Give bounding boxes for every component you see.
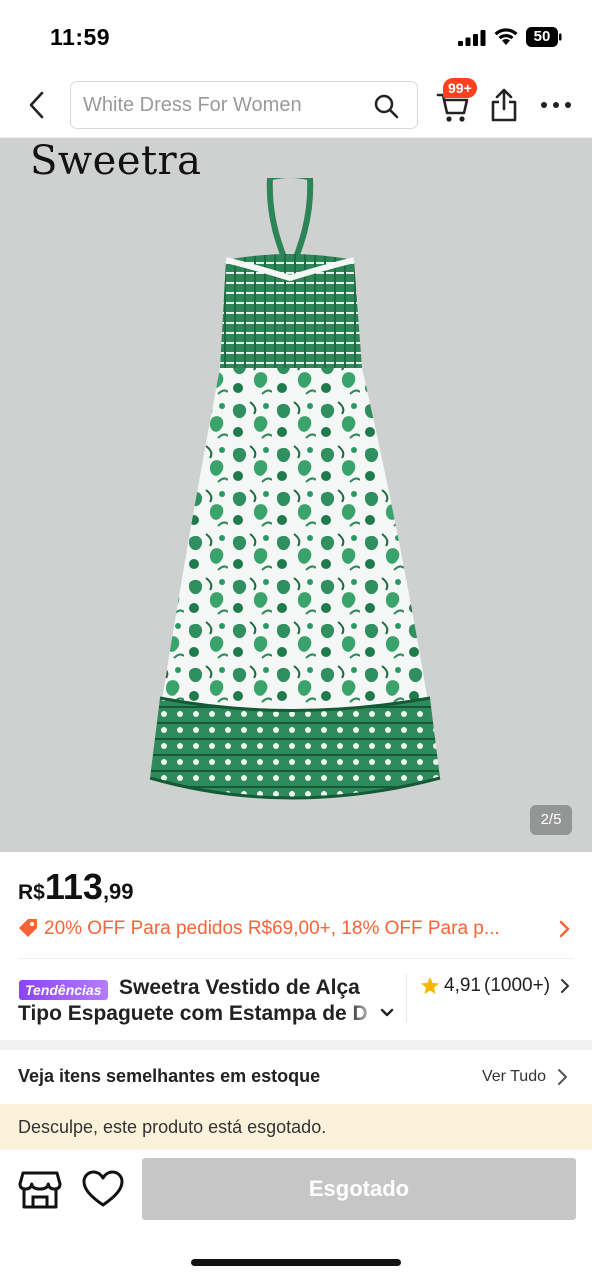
promo-text: 20% OFF Para pedidos R$69,00+, 18% OFF P… xyxy=(44,918,500,939)
product-rating[interactable]: 4,91 (1000+) xyxy=(420,974,574,998)
price-tag-icon xyxy=(19,919,37,937)
rating-score: 4,91 xyxy=(444,975,481,996)
star-icon xyxy=(421,977,439,994)
sold-out-text: Desculpe, este produto está esgotado. xyxy=(18,1117,327,1137)
product-title[interactable]: Tendências Sweetra Vestido de Alça Tipo … xyxy=(18,972,394,1028)
image-pager-indicator: 2/5 xyxy=(530,805,572,835)
chevron-right-icon xyxy=(559,920,570,938)
price-integer: 113 xyxy=(44,866,103,907)
similar-items-label: Veja itens semelhantes em estoque xyxy=(18,1066,321,1086)
divider xyxy=(18,958,574,959)
status-bar: 11:59 50 xyxy=(0,0,592,72)
price-currency: R$ xyxy=(18,881,45,904)
view-all-link[interactable]: Ver Tudo xyxy=(482,1068,546,1086)
search-icon[interactable] xyxy=(373,93,399,119)
chevron-right-icon xyxy=(558,1069,567,1085)
store-icon[interactable] xyxy=(18,1170,62,1210)
divider xyxy=(406,974,407,1022)
product-image-carousel[interactable]: Sweetra 2/5 xyxy=(0,138,592,852)
product-title-line2: Tipo Espaguete com Estampa de Desenho xyxy=(18,1002,368,1025)
section-separator xyxy=(0,1040,592,1050)
more-options-icon[interactable] xyxy=(540,100,572,110)
cellular-signal-icon xyxy=(458,30,486,46)
battery-icon: 50 xyxy=(526,27,562,47)
chevron-right-icon xyxy=(561,979,569,993)
wishlist-heart-icon[interactable] xyxy=(82,1170,124,1208)
share-icon[interactable] xyxy=(490,88,518,122)
chevron-down-icon[interactable] xyxy=(380,1008,394,1018)
product-price: R$113,99 xyxy=(18,866,134,908)
promo-banner[interactable]: 20% OFF Para pedidos R$69,00+, 18% OFF P… xyxy=(18,914,574,944)
dress-image xyxy=(149,178,441,800)
chevron-left-icon xyxy=(29,91,44,119)
status-time: 11:59 xyxy=(50,24,111,50)
rating-count: (1000+) xyxy=(484,975,551,996)
search-input[interactable]: White Dress For Women xyxy=(83,94,302,117)
top-nav: White Dress For Women 99+ xyxy=(0,72,592,138)
sold-out-notice: Desculpe, este produto está esgotado. xyxy=(0,1104,592,1150)
cart-count-badge: 99+ xyxy=(443,78,477,98)
battery-level: 50 xyxy=(533,28,551,45)
wifi-icon xyxy=(494,28,518,45)
home-indicator xyxy=(191,1259,401,1266)
trend-badge: Tendências xyxy=(19,980,108,1000)
title-fade xyxy=(348,1002,378,1028)
back-button[interactable] xyxy=(22,88,50,122)
product-title-line1: Sweetra Vestido de Alça xyxy=(119,976,360,999)
similar-items-row[interactable]: Veja itens semelhantes em estoque Ver Tu… xyxy=(0,1050,592,1104)
price-decimal: ,99 xyxy=(102,879,134,904)
bottom-action-bar: Esgotado xyxy=(0,1150,592,1280)
search-bar[interactable]: White Dress For Women xyxy=(70,81,418,129)
sold-out-button[interactable]: Esgotado xyxy=(142,1158,576,1220)
